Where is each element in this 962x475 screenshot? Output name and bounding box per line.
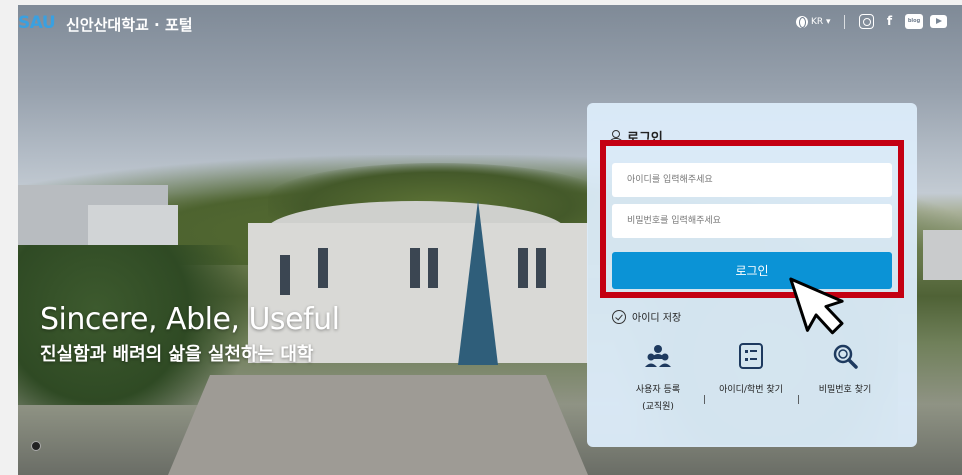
window xyxy=(536,248,546,288)
slogan-korean: 진실함과 배려의 삶을 실천하는 대학 xyxy=(40,344,314,365)
save-id-checkbox[interactable]: 아이디 저장 xyxy=(612,309,681,324)
top-header: SAU 신안산대학교 · 포털 KR ▾ f blog xyxy=(18,5,962,39)
logo-text[interactable]: 신안산대학교 · 포털 xyxy=(66,14,193,35)
register-link[interactable]: 사용자 등록 (교직원) xyxy=(618,342,698,412)
youtube-icon[interactable] xyxy=(930,15,947,28)
user-group-icon xyxy=(644,342,672,370)
plaza xyxy=(168,375,588,475)
facebook-icon[interactable]: f xyxy=(882,14,897,29)
window xyxy=(518,248,528,288)
find-id-label: 아이디/학번 찾기 xyxy=(719,385,783,395)
check-circle-icon xyxy=(612,309,626,324)
register-label-line1: 사용자 등록 xyxy=(635,385,681,395)
language-label: KR ▾ xyxy=(811,17,831,27)
building xyxy=(88,205,178,245)
separator: | xyxy=(797,395,801,405)
separator: | xyxy=(703,395,707,405)
window xyxy=(280,255,290,295)
find-password-label: 비밀번호 찾기 xyxy=(818,385,872,395)
glass-spire xyxy=(458,200,498,365)
register-label-line2: (교직원) xyxy=(642,402,674,412)
divider xyxy=(844,15,845,29)
language-selector[interactable]: KR ▾ xyxy=(796,16,831,28)
mouse-cursor-icon xyxy=(789,277,844,335)
globe-icon xyxy=(796,16,808,28)
blog-icon[interactable]: blog xyxy=(905,14,923,29)
save-id-label: 아이디 저장 xyxy=(632,313,682,324)
pause-icon[interactable] xyxy=(31,441,41,451)
logo-mark[interactable]: SAU xyxy=(18,13,56,33)
slogan-english: Sincere, Able, Useful xyxy=(40,302,340,337)
building xyxy=(923,230,962,280)
list-document-icon xyxy=(737,342,765,370)
window xyxy=(318,248,328,288)
instagram-icon[interactable] xyxy=(859,14,874,29)
window xyxy=(428,248,438,288)
window xyxy=(410,248,420,288)
